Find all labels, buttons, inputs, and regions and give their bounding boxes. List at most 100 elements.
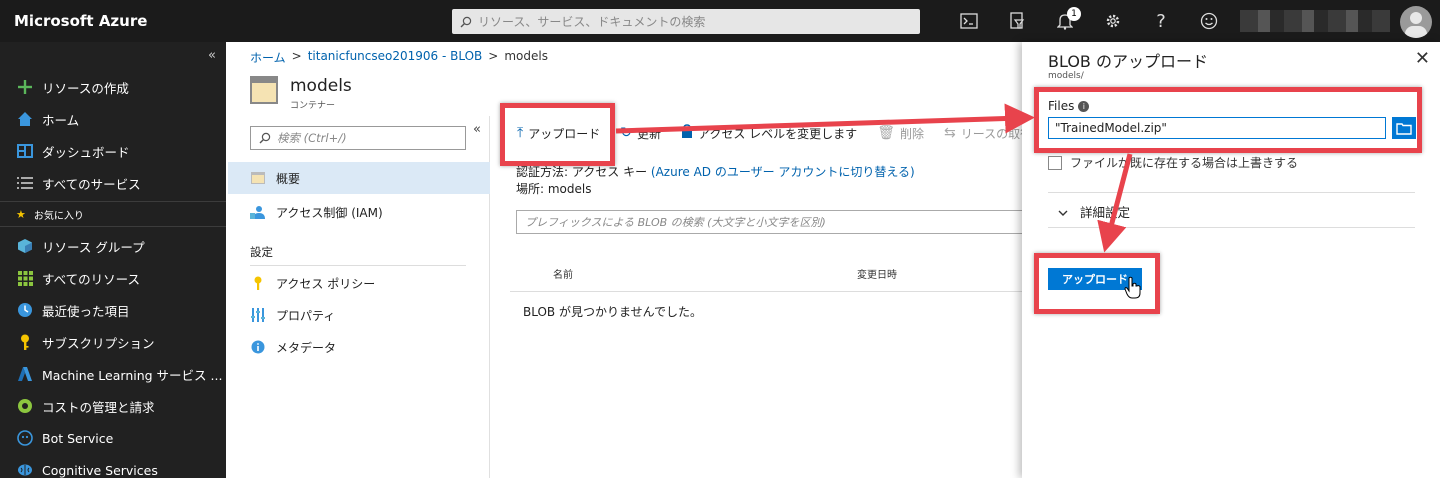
overwrite-label: ファイルが既に存在する場合は上書きする: [1070, 156, 1299, 170]
breadcrumb-separator: >: [291, 49, 302, 63]
gear-icon[interactable]: [1089, 0, 1137, 42]
favorites-header: ★ お気に入り: [16, 207, 84, 222]
refresh-button-label: 更新: [636, 126, 661, 141]
highlight-upload-button: [500, 103, 615, 166]
menu-search-input[interactable]: 検索 (Ctrl+/): [250, 126, 466, 150]
nav-resource-groups[interactable]: リソース グループ: [0, 231, 226, 261]
empty-state-message: BLOB が見つかりませんでした。: [523, 305, 703, 319]
favorites-label: お気に入り: [33, 211, 84, 222]
nav-divider: [0, 226, 226, 227]
breadcrumb-storage-account[interactable]: titanicfuncseo201906 - BLOB: [308, 49, 483, 66]
overwrite-checkbox[interactable]: [1048, 155, 1062, 170]
nav-recent[interactable]: 最近使った項目: [0, 295, 226, 325]
left-navigation: « リソースの作成 ホーム ダッシュボード すべてのサービス ★ お気に入り リ…: [0, 42, 226, 478]
nav-all-services[interactable]: すべてのサービス: [0, 168, 226, 198]
resource-menu: 検索 (Ctrl+/) « 概要 アクセス制御 (IAM) 設定 アクセス ポリ…: [228, 116, 490, 478]
table-divider: [510, 291, 1026, 292]
nav-home[interactable]: ホーム: [0, 104, 226, 134]
user-account-name[interactable]: [1240, 10, 1390, 32]
close-icon[interactable]: ✕: [1415, 48, 1430, 69]
menu-item-access-policy[interactable]: アクセス ポリシー: [228, 267, 490, 299]
acquire-lease-button[interactable]: ⇆ リースの取得: [944, 125, 1032, 142]
nav-label: Cognitive Services: [42, 462, 158, 478]
nav-label: すべてのリソース: [42, 271, 141, 287]
cost-icon: [16, 397, 34, 415]
menu-item-label: メタデータ: [276, 340, 337, 355]
plus-icon: [16, 78, 34, 96]
nav-label: Machine Learning サービス ...: [42, 367, 223, 383]
nav-label: すべてのサービス: [42, 176, 141, 192]
blade-divider: [1048, 192, 1415, 193]
nav-label: 最近使った項目: [42, 303, 130, 319]
change-access-level-button[interactable]: アクセス レベルを変更します: [681, 124, 857, 142]
advanced-settings-toggle[interactable]: 詳細設定: [1058, 202, 1130, 221]
bot-icon: [16, 429, 34, 447]
switch-auth-link[interactable]: (Azure AD のユーザー アカウントに切り替える): [651, 165, 915, 179]
directory-filter-icon[interactable]: [993, 0, 1041, 42]
nav-all-resources[interactable]: すべてのリソース: [0, 263, 226, 293]
blade-subtitle: models/: [1048, 71, 1084, 81]
search-icon: [460, 16, 472, 27]
key-icon: [250, 275, 266, 291]
info-icon: [250, 339, 266, 355]
cube-icon: [16, 237, 34, 255]
menu-item-iam[interactable]: アクセス制御 (IAM): [228, 196, 490, 228]
nav-label: ホーム: [42, 112, 80, 128]
nav-cost-management[interactable]: コストの管理と請求: [0, 391, 226, 421]
brain-icon: [16, 461, 34, 478]
chevron-down-icon: [1058, 204, 1068, 219]
nav-create-resource[interactable]: リソースの作成: [0, 72, 226, 102]
menu-item-label: アクセス ポリシー: [276, 276, 376, 291]
clock-icon: [16, 301, 34, 319]
refresh-button[interactable]: ↻ 更新: [620, 125, 661, 142]
lock-icon: [681, 124, 693, 142]
resource-type: コンテナー: [290, 101, 336, 111]
star-icon: ★: [16, 208, 26, 221]
smiley-icon[interactable]: [1185, 0, 1233, 42]
menu-divider: [250, 265, 466, 266]
overwrite-checkbox-row[interactable]: ファイルが既に存在する場合は上書きする: [1048, 154, 1298, 171]
global-search-input[interactable]: リソース、サービス、ドキュメントの検索: [452, 9, 920, 34]
breadcrumb-current: models: [504, 49, 548, 63]
overview-icon: [250, 170, 266, 186]
nav-bot-service[interactable]: Bot Service: [0, 423, 226, 453]
blob-search-input[interactable]: プレフィックスによる BLOB の検索 (大文字と小文字を区別): [516, 210, 1026, 234]
nav-divider: [0, 201, 226, 202]
refresh-icon: ↻: [620, 125, 632, 141]
column-header-modified[interactable]: 変更日時: [857, 266, 897, 281]
menu-item-properties[interactable]: プロパティ: [228, 299, 490, 331]
breadcrumb-home[interactable]: ホーム: [250, 49, 286, 66]
avatar[interactable]: [1400, 6, 1432, 38]
highlight-files-input: [1034, 87, 1422, 153]
top-bar: Microsoft Azure リソース、サービス、ドキュメントの検索 1 ?: [0, 0, 1440, 42]
blade-title: BLOB のアップロード: [1048, 52, 1208, 71]
nav-label: リソース グループ: [42, 239, 145, 255]
nav-label: サブスクリプション: [42, 335, 155, 351]
help-icon[interactable]: ?: [1137, 0, 1185, 42]
nav-cognitive-services[interactable]: Cognitive Services: [0, 455, 226, 478]
breadcrumb-separator: >: [488, 49, 499, 63]
trash-icon: 🗑: [877, 125, 895, 141]
advanced-settings-label: 詳細設定: [1080, 205, 1131, 220]
column-header-name[interactable]: 名前: [553, 266, 573, 281]
delete-button[interactable]: 🗑 削除: [877, 125, 924, 142]
nav-subscriptions[interactable]: サブスクリプション: [0, 327, 226, 357]
home-icon: [16, 110, 34, 128]
menu-item-label: アクセス制御 (IAM): [276, 205, 383, 220]
terminal-icon[interactable]: [945, 0, 993, 42]
collapse-nav-icon[interactable]: «: [208, 48, 216, 63]
nav-machine-learning[interactable]: Machine Learning サービス ...: [0, 359, 226, 389]
blob-search-placeholder: プレフィックスによる BLOB の検索 (大文字と小文字を区別): [525, 216, 826, 229]
blade-divider: [1048, 227, 1415, 228]
menu-item-metadata[interactable]: メタデータ: [228, 331, 490, 363]
properties-icon: [250, 307, 266, 323]
brand-logo[interactable]: Microsoft Azure: [0, 12, 440, 30]
notification-badge: 1: [1067, 7, 1081, 21]
iam-icon: [250, 204, 266, 220]
nav-dashboard[interactable]: ダッシュボード: [0, 136, 226, 166]
collapse-menu-icon[interactable]: «: [473, 122, 481, 137]
menu-item-overview[interactable]: 概要: [228, 162, 490, 194]
bell-icon[interactable]: 1: [1041, 0, 1089, 42]
resource-header: models コンテナー: [250, 76, 352, 111]
nav-label: リソースの作成: [42, 80, 129, 96]
